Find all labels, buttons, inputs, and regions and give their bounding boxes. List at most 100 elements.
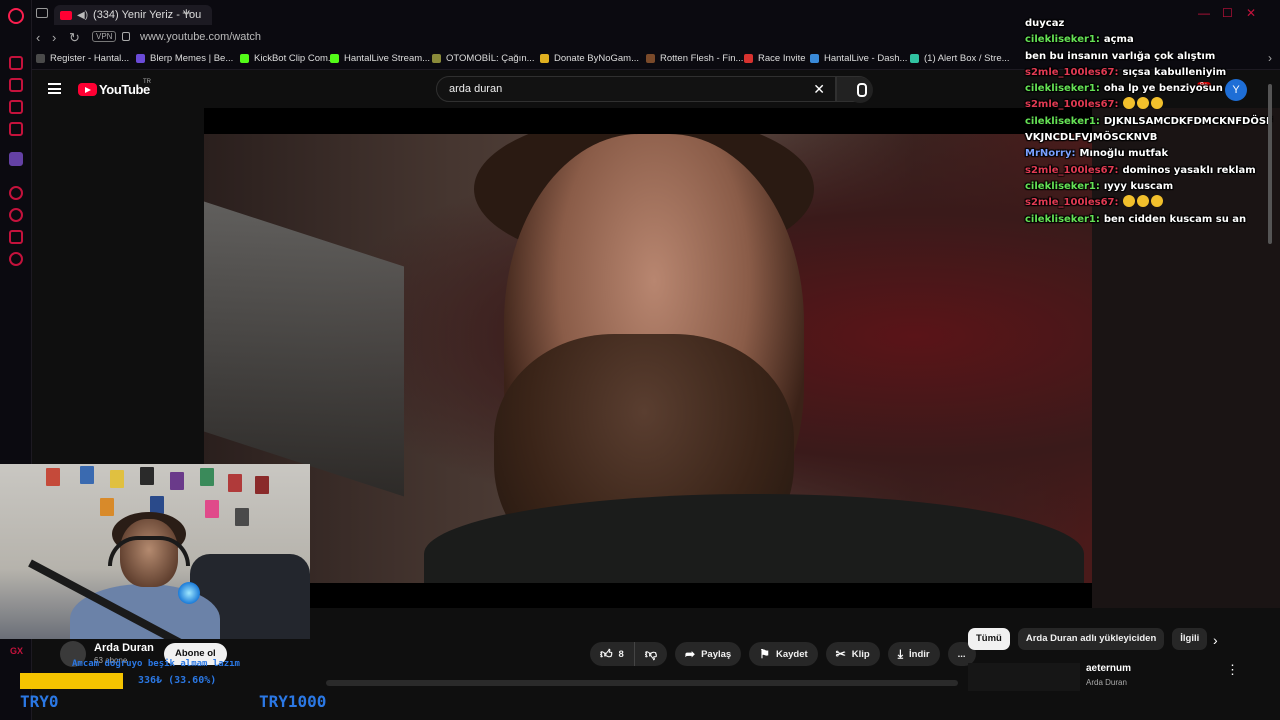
voice-search-button[interactable] bbox=[847, 77, 873, 103]
url-field[interactable]: www.youtube.com/watch bbox=[140, 31, 261, 43]
chat-text: oha lp ye benziyosun bbox=[1103, 83, 1223, 95]
search-box[interactable]: arda duran ✕ bbox=[436, 76, 836, 102]
tab-workspace-icon[interactable] bbox=[36, 8, 48, 18]
bookmark-favicon-icon bbox=[240, 54, 249, 63]
clip-button[interactable]: ✂ Klip bbox=[825, 642, 880, 666]
sidebar-twitch-icon[interactable] bbox=[9, 152, 23, 166]
forward-button[interactable]: › bbox=[52, 30, 56, 45]
recommendation-title[interactable]: aeternum bbox=[1086, 663, 1131, 674]
sidebar-messenger-icon[interactable] bbox=[9, 100, 23, 114]
bookmark-icon: ⚑ bbox=[759, 647, 770, 661]
filter-chip[interactable]: Tümü bbox=[968, 628, 1010, 650]
more-vert-icon[interactable]: ⋮ bbox=[1226, 662, 1239, 678]
recommendation-author[interactable]: Arda Duran bbox=[1086, 678, 1127, 687]
sidebar-extensions-icon[interactable] bbox=[9, 230, 23, 244]
save-button[interactable]: ⚑ Kaydet bbox=[749, 642, 818, 666]
download-icon: ⤓ bbox=[897, 646, 903, 661]
back-button[interactable]: ‹ bbox=[36, 30, 40, 45]
bookmark-item[interactable]: KickBot Clip Com... bbox=[240, 53, 336, 64]
lock-icon[interactable] bbox=[122, 32, 130, 41]
sidebar-player-icon[interactable] bbox=[9, 186, 23, 200]
more-label: ... bbox=[957, 648, 966, 660]
wall-poster bbox=[110, 470, 124, 488]
download-label: İndir bbox=[909, 648, 930, 660]
chat-text: ben bu insanın varlığa çok alıştım bbox=[1025, 50, 1216, 62]
page-scrollbar[interactable] bbox=[1268, 84, 1272, 244]
vpn-badge[interactable]: VPN bbox=[92, 31, 117, 42]
chat-text: ıyyy kuscam bbox=[1103, 180, 1174, 192]
thumbs-up-icon: 👍︎ bbox=[600, 646, 613, 661]
bookmark-label: Register - Hantal... bbox=[50, 53, 130, 64]
menu-icon[interactable] bbox=[48, 83, 61, 94]
opera-logo-icon[interactable] bbox=[8, 8, 24, 24]
chevron-right-icon[interactable]: › bbox=[1213, 632, 1218, 648]
bookmark-item[interactable]: (1) Alert Box / Stre... bbox=[910, 53, 1010, 64]
screen-root: GX ◀) (334) Yenir Yeriz - You + — ☐ ✕ ‹ … bbox=[0, 0, 1280, 720]
sidebar-bag-icon[interactable] bbox=[9, 78, 23, 92]
bookmark-item[interactable]: Donate ByNoGam... bbox=[540, 53, 639, 64]
stream-chat-overlay: duycaz cilekliseker1: açma ben bu insanın v… bbox=[1025, 16, 1275, 228]
wall-poster bbox=[80, 466, 94, 484]
bookmark-favicon-icon bbox=[36, 54, 45, 63]
download-button[interactable]: ⤓ İndir bbox=[887, 642, 940, 666]
new-tab-button[interactable]: + bbox=[182, 5, 191, 22]
bookmark-item[interactable]: OTOMOBİL: Çağın... bbox=[432, 53, 535, 64]
sidebar-home-icon[interactable] bbox=[9, 56, 23, 70]
speaker-icon[interactable]: ◀) bbox=[77, 10, 88, 21]
bookmark-item[interactable]: Blerp Memes | Be... bbox=[136, 53, 233, 64]
wall-poster bbox=[255, 476, 269, 494]
gx-label: GX bbox=[10, 646, 24, 656]
bookmark-label: HantalLive - Dash... bbox=[824, 53, 908, 64]
like-dislike-group: 👍︎ 8 👎︎ bbox=[590, 642, 668, 666]
microphone-light bbox=[178, 582, 200, 604]
bookmark-favicon-icon bbox=[330, 54, 339, 63]
chat-message: cilekliseker1: ıyyy kuscam bbox=[1025, 179, 1275, 195]
region-code: TR bbox=[143, 79, 151, 85]
chat-username: MrNorry: bbox=[1025, 148, 1076, 160]
bookmark-item[interactable]: HantalLive Stream... bbox=[330, 53, 430, 64]
reload-button[interactable]: ↻ bbox=[69, 30, 80, 46]
wall-poster bbox=[205, 500, 219, 518]
bookmark-item[interactable]: HantalLive - Dash... bbox=[810, 53, 907, 64]
video-player[interactable] bbox=[204, 108, 1092, 608]
share-button[interactable]: ➦ Paylaş bbox=[675, 642, 742, 666]
filter-chip[interactable]: İlgili bbox=[1172, 628, 1208, 650]
emoji-icon bbox=[1136, 195, 1149, 208]
wall-poster bbox=[46, 468, 60, 486]
chat-username: cilekliseker1: bbox=[1025, 83, 1100, 95]
sidebar-settings-icon[interactable] bbox=[9, 252, 23, 266]
bookmark-label: Blerp Memes | Be... bbox=[150, 53, 234, 64]
sidebar-history-icon[interactable] bbox=[9, 208, 23, 222]
chat-text: duycaz bbox=[1025, 18, 1065, 29]
clip-label: Klip bbox=[851, 648, 870, 660]
channel-name[interactable]: Arda Duran bbox=[94, 642, 154, 654]
sidebar-tv-icon[interactable] bbox=[9, 122, 23, 136]
video-progress-track[interactable] bbox=[326, 680, 958, 686]
chat-message: cilekliseker1: ben cidden kuscam su an bbox=[1025, 212, 1275, 228]
scissors-icon: ✂ bbox=[835, 647, 846, 661]
bookmark-favicon-icon bbox=[646, 54, 655, 63]
wall-poster bbox=[100, 498, 114, 516]
filter-chip[interactable]: Arda Duran adlı yükleyiciden bbox=[1017, 628, 1165, 650]
dislike-button[interactable]: 👎︎ bbox=[634, 642, 668, 666]
wall-poster bbox=[170, 472, 184, 490]
bookmark-item[interactable]: Register - Hantal... bbox=[36, 53, 129, 64]
recommendation-thumbnail[interactable] bbox=[968, 663, 1080, 691]
chat-username: s2mle_100les67: bbox=[1025, 197, 1119, 209]
chat-message: duycaz bbox=[1025, 16, 1275, 32]
bookmark-item[interactable]: Rotten Flesh - Fin... bbox=[646, 53, 743, 64]
chat-text: dominos yasaklı reklam bbox=[1122, 164, 1256, 176]
search-input[interactable]: arda duran bbox=[449, 83, 502, 95]
chat-username: cilekliseker1: bbox=[1025, 34, 1100, 46]
youtube-logo-icon[interactable] bbox=[78, 83, 97, 96]
clear-search-icon[interactable]: ✕ bbox=[813, 81, 825, 98]
bookmark-favicon-icon bbox=[540, 54, 549, 63]
donation-goal-current: 336₺ (33.60%) bbox=[138, 675, 217, 686]
video-actions: 👍︎ 8 👎︎ ➦ Paylaş ⚑ Kaydet ✂ Klip ⤓ İndir ... bbox=[590, 642, 976, 666]
bookmark-favicon-icon bbox=[744, 54, 753, 63]
bookmark-favicon-icon bbox=[432, 54, 441, 63]
chat-username: s2mle_100les67: bbox=[1025, 66, 1119, 78]
like-button[interactable]: 👍︎ 8 bbox=[590, 642, 635, 666]
donation-goal-max: TRY1000 bbox=[259, 692, 327, 711]
bookmark-item[interactable]: Race Invite bbox=[744, 53, 806, 64]
